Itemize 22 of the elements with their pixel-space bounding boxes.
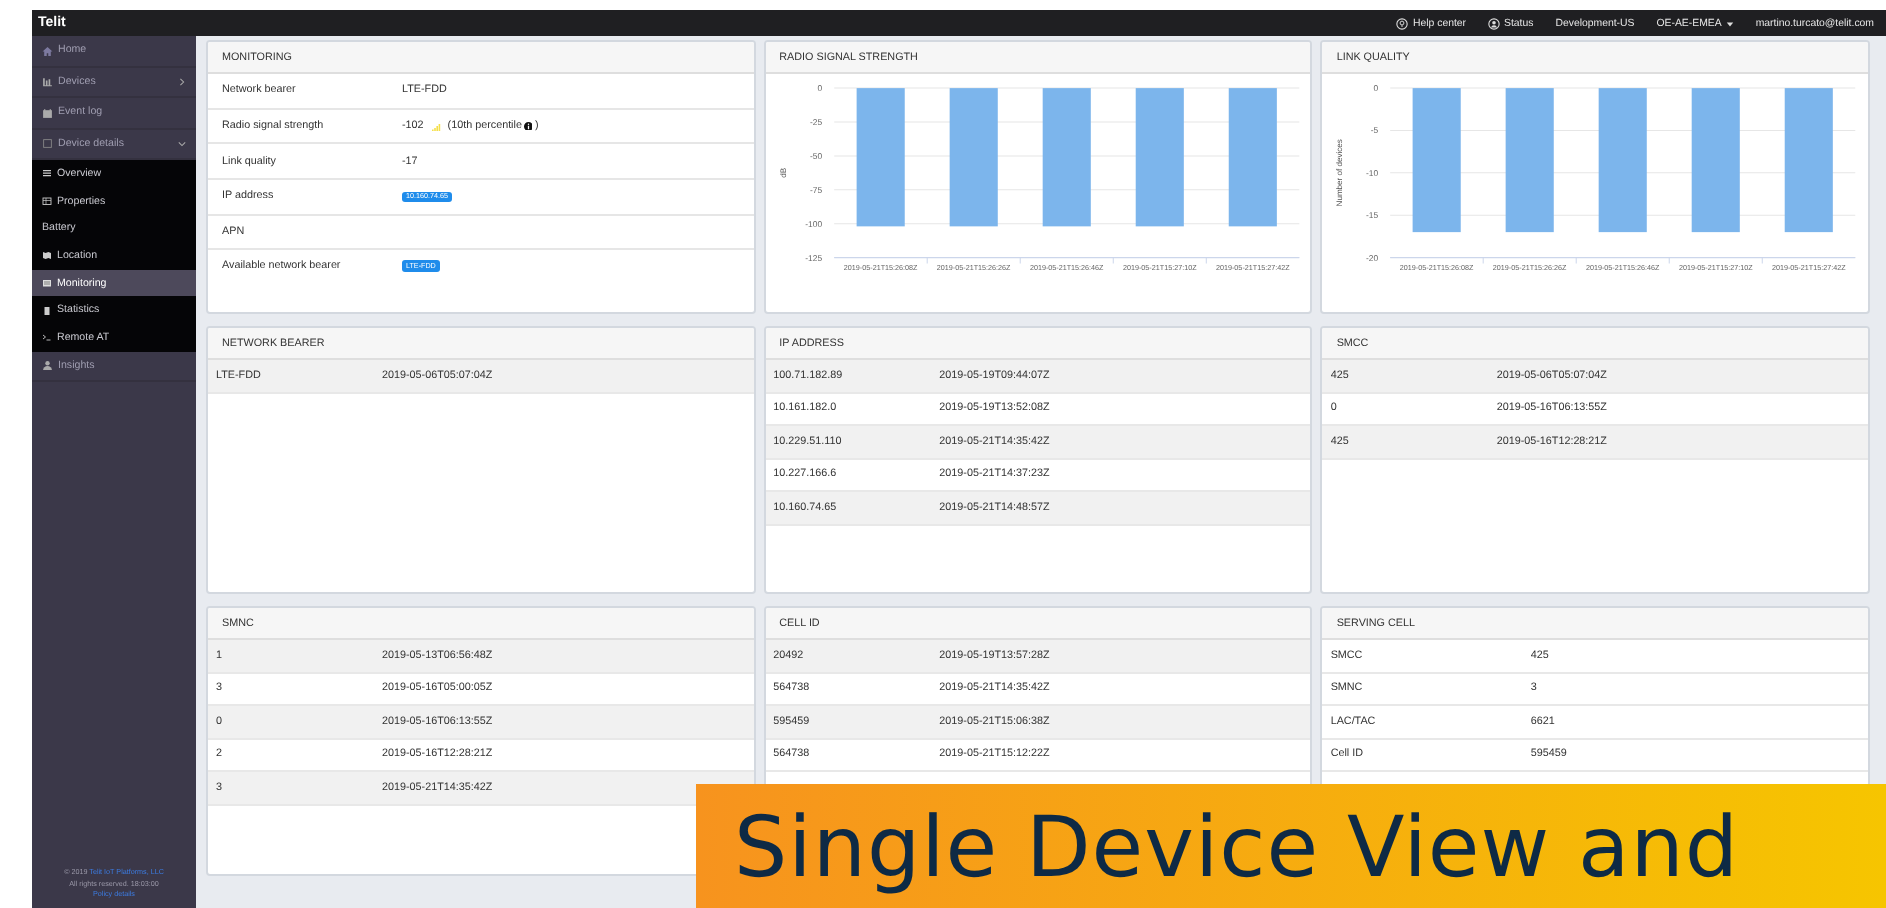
sidebar-item-icon (42, 250, 52, 261)
bar (1228, 88, 1277, 227)
sidebar-item-icon (42, 360, 53, 372)
user-icon (1488, 17, 1501, 29)
help-icon (1396, 17, 1409, 29)
sidebar-item-icon (42, 305, 52, 316)
sidebar-item-icon (42, 107, 53, 118)
sidebar-item-icon (42, 76, 53, 87)
caption-text: Single Device View and (734, 797, 1739, 895)
signal-bars-icon (429, 121, 442, 132)
bar (855, 88, 905, 227)
sidebar-item-icon (42, 45, 53, 56)
bar (948, 88, 998, 227)
sidebar-item-icon (42, 332, 52, 343)
sidebar-item-icon (42, 278, 52, 289)
sidebar-item-icon (42, 138, 53, 149)
bar (1042, 88, 1091, 227)
bar (1135, 88, 1184, 227)
sidebar-item-icon (42, 168, 52, 179)
info-icon (523, 121, 533, 131)
sidebar-item-icon (42, 196, 52, 207)
caret-icon (1725, 19, 1734, 27)
